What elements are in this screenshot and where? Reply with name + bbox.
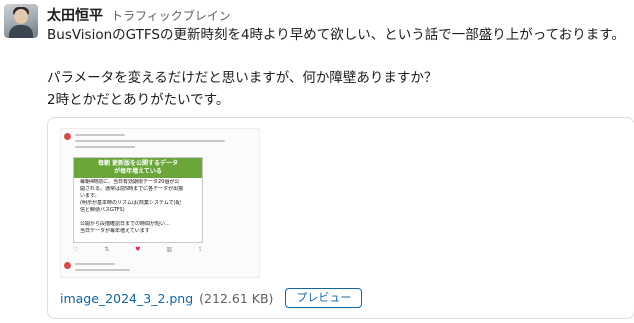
slide-line: います。 [80,193,100,199]
slide-title-line-2: が毎年増えている [114,168,162,175]
slide-line: 公開から段階確認日までの時間が短い… [80,221,171,227]
views-icon: ▥ [166,246,173,253]
avatar-head [14,9,28,24]
reply-icon: ♡ [73,246,79,253]
message-line-1: BusVisionのGTFSの更新時刻を4時より早めて欲しい、という話で一部盛り… [47,27,625,43]
slide-line: 毎朝4時前に、当日有効期限データ20個が公 [80,179,180,185]
slide-title-line-1: 毎朝 更新版を公開するデータ [97,160,179,167]
slide-line: 信と郵便バスGTFS) [80,207,125,213]
tweet-header-text [75,134,125,136]
message-line-2: パラメータを変えるだけだと思いますが、何か障壁ありますか？ [47,70,438,86]
slide-line: 開される。通常は前5時までに各データが出揃 [80,186,184,192]
tweet-avatar-icon [64,262,71,269]
tweet-body-text [75,269,130,271]
tweet-avatar-icon [64,133,71,140]
tweet-actions: ♡ ⇅ ♥ ▥ ⇪ [73,246,203,253]
slide-line [80,214,196,221]
avatar-body [9,25,33,38]
author-organization: トラフィックブレイン [111,9,231,23]
file-size: (212.61 KB) [199,290,274,306]
slide-line: (明示が基本時のリズムは(商業システムで)配 [80,200,181,206]
like-icon: ♥ [135,246,141,253]
slide-image: 毎朝 更新版を公開するデータ が毎年増えている 毎朝4時前に、当日有効期限データ… [73,157,203,243]
file-info: image_2024_3_2.png (212.61 KB) プレビュー [60,288,363,308]
slide-line: 当日データが毎年増えています [80,228,150,234]
file-name-link[interactable]: image_2024_3_2.png [60,291,193,306]
preview-button[interactable]: プレビュー [285,288,363,308]
user-avatar[interactable] [4,4,38,38]
tweet-body-text [75,146,135,148]
tweet-body-text [75,140,225,142]
retweet-icon: ⇅ [104,246,110,253]
slide-body: 毎朝4時前に、当日有効期限データ20個が公 開される。通常は前5時までに各データ… [74,179,202,235]
author-name[interactable]: 太田恒平 [47,5,103,25]
message-header: 太田恒平 トラフィックブレイン [47,5,231,25]
tweet-header-text [75,263,115,265]
share-icon: ⇪ [197,246,203,253]
slide-title: 毎朝 更新版を公開するデータ が毎年増えている [74,160,202,176]
message-line-3: 2時とかだとありがたいです。 [47,92,230,108]
image-attachment: 毎朝 更新版を公開するデータ が毎年増えている 毎朝4時前に、当日有効期限データ… [47,117,634,319]
image-thumbnail[interactable]: 毎朝 更新版を公開するデータ が毎年増えている 毎朝4時前に、当日有効期限データ… [60,128,260,278]
